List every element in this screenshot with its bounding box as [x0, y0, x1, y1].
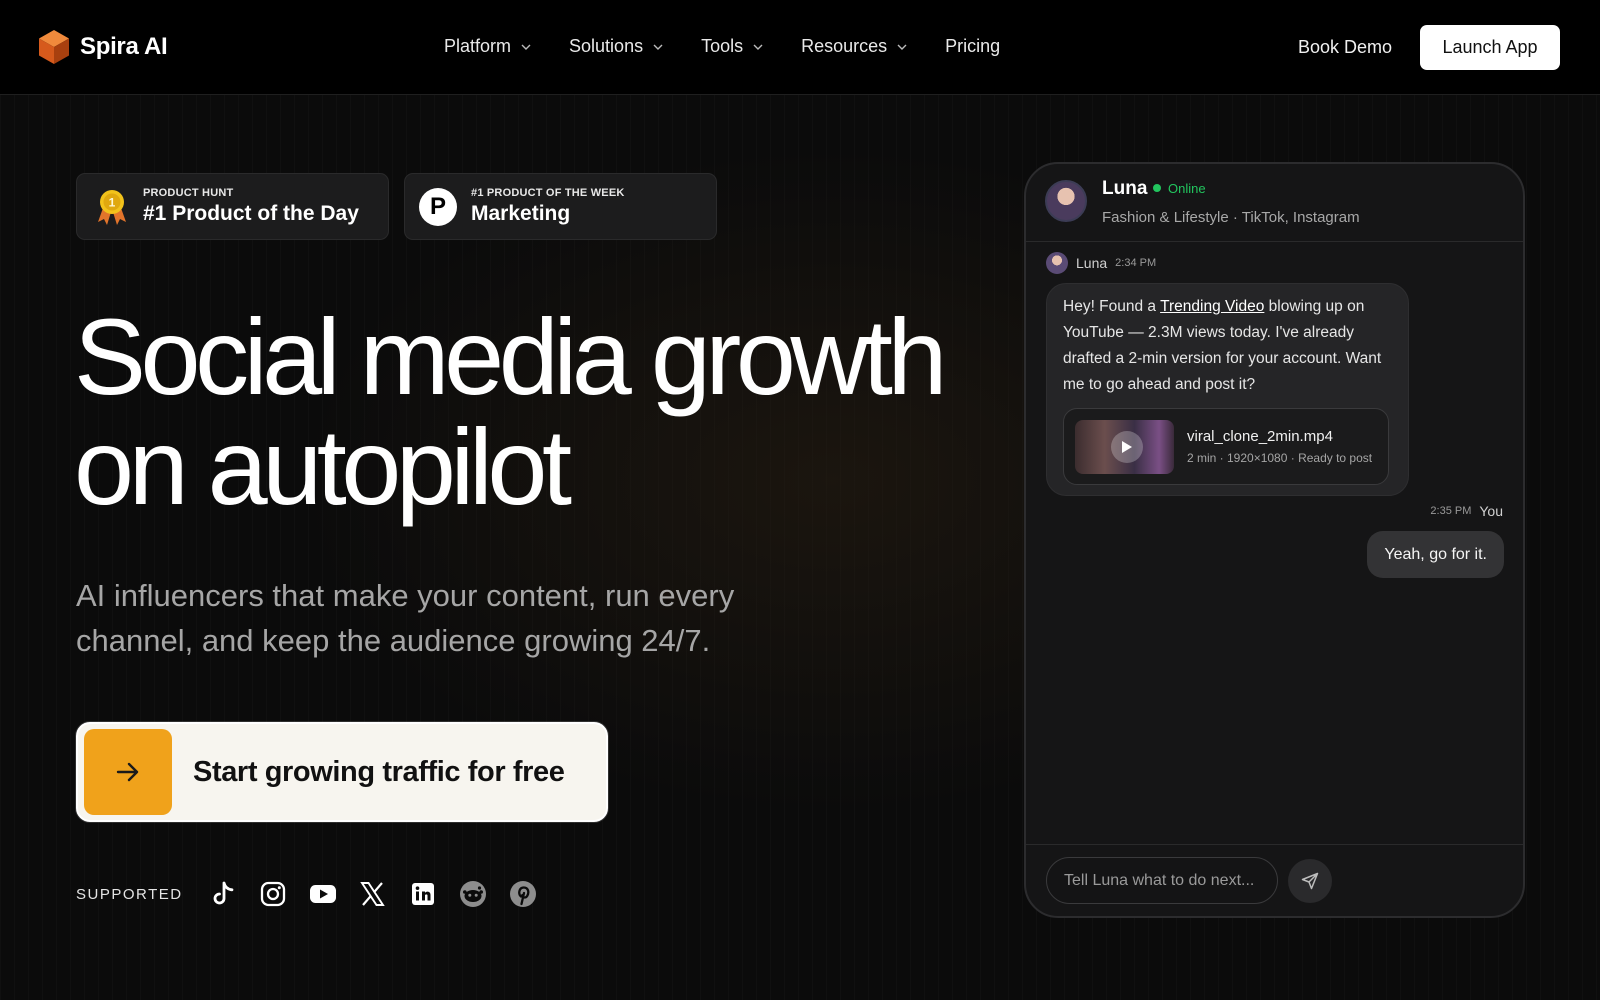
- nav-link-label: Tools: [701, 36, 744, 56]
- svg-text:1: 1: [109, 195, 116, 209]
- chat-composer: [1026, 844, 1523, 916]
- nav-link-label: Resources: [801, 36, 888, 56]
- landing-page: Spira AI Platform Solutions Tools Resour…: [0, 0, 1600, 1000]
- book-demo-link[interactable]: Book Demo: [1298, 37, 1392, 58]
- chevron-down-icon: [753, 44, 763, 50]
- agent-name: Luna: [1102, 178, 1148, 199]
- message-text: Hey! Found a Trending Video blowing up o…: [1063, 294, 1393, 398]
- nav-link-solutions[interactable]: Solutions: [569, 36, 663, 57]
- badge-text: #1 PRODUCT OF THE WEEK Marketing: [471, 187, 625, 226]
- instagram-icon[interactable]: [259, 880, 287, 908]
- hero-subtitle: AI influencers that make your content, r…: [76, 578, 735, 658]
- chevron-down-icon: [521, 44, 531, 50]
- chat-input[interactable]: [1046, 857, 1278, 904]
- play-icon[interactable]: [1111, 431, 1143, 463]
- medal-icon: 1: [98, 189, 126, 225]
- nav-link-label: Pricing: [945, 36, 1001, 56]
- launch-app-button[interactable]: Launch App: [1420, 25, 1560, 70]
- outgoing-message: Yeah, go for it.: [1367, 531, 1504, 578]
- top-nav: Spira AI Platform Solutions Tools Resour…: [0, 0, 1600, 95]
- message-text-start: Hey! Found a: [1063, 298, 1161, 315]
- hero-headline: Social media growth on autopilot: [74, 302, 1004, 522]
- headline-line-2: on autopilot: [74, 406, 572, 527]
- attachment-file-name: viral_clone_2min.mp4: [1187, 428, 1333, 445]
- nav-link-tools[interactable]: Tools: [701, 36, 763, 57]
- video-thumbnail: [1075, 420, 1174, 474]
- cube-logo-icon: [39, 30, 69, 64]
- nav-link-label: Platform: [444, 36, 512, 56]
- agent-subtitle: Fashion & Lifestyle · TikTok, Instagram: [1102, 209, 1360, 226]
- reply-time: 2:35 PM: [1430, 505, 1472, 517]
- agent-avatar: [1045, 180, 1087, 222]
- agent-avatar-small: [1046, 252, 1068, 274]
- linkedin-icon[interactable]: [409, 880, 437, 908]
- supported-platforms: SUPPORTED: [76, 880, 559, 908]
- trending-video-link[interactable]: Trending Video: [1160, 298, 1264, 315]
- badge-title: #1 Product of the Day: [143, 202, 359, 225]
- youtube-icon[interactable]: [309, 880, 337, 908]
- tiktok-icon[interactable]: [209, 880, 237, 908]
- chat-panel: Luna Online Fashion & Lifestyle · TikTok…: [1024, 162, 1525, 918]
- chevron-down-icon: [653, 44, 663, 50]
- chat-header: Luna Online Fashion & Lifestyle · TikTok…: [1026, 164, 1523, 242]
- arrow-right-icon: [116, 762, 139, 782]
- nav-link-pricing[interactable]: Pricing: [945, 36, 1000, 57]
- headline-line-1: Social media growth: [74, 296, 947, 417]
- message-author: Luna: [1076, 255, 1108, 271]
- badge-title: Marketing: [471, 202, 571, 225]
- product-hunt-week-badge[interactable]: P #1 PRODUCT OF THE WEEK Marketing: [404, 173, 717, 240]
- nav-link-resources[interactable]: Resources: [801, 36, 907, 57]
- send-icon: [1301, 872, 1319, 890]
- chevron-down-icon: [897, 44, 907, 50]
- online-status-text: Online: [1168, 181, 1206, 196]
- cta-arrow-box: [84, 729, 172, 815]
- start-growing-button[interactable]: Start growing traffic for free: [76, 722, 608, 822]
- badge-text: PRODUCT HUNT #1 Product of the Day: [143, 187, 359, 226]
- reply-meta: 2:35 PM You: [1430, 503, 1503, 519]
- brand-logo[interactable]: Spira AI: [38, 29, 168, 65]
- product-hunt-icon: P: [419, 187, 457, 226]
- video-attachment[interactable]: viral_clone_2min.mp4 2 min · 1920×1080 ·…: [1063, 408, 1389, 485]
- reddit-icon[interactable]: [459, 880, 487, 908]
- x-icon[interactable]: [359, 880, 387, 908]
- nav-link-platform[interactable]: Platform: [444, 36, 531, 57]
- supported-label: SUPPORTED: [76, 885, 183, 903]
- send-button[interactable]: [1288, 859, 1332, 903]
- message-time: 2:34 PM: [1115, 257, 1157, 269]
- online-status-dot: [1153, 184, 1161, 192]
- badge-kicker: #1 PRODUCT OF THE WEEK: [471, 187, 625, 199]
- reply-author: You: [1479, 503, 1503, 519]
- nav-link-label: Solutions: [569, 36, 644, 56]
- cta-label: Start growing traffic for free: [193, 755, 565, 788]
- message-meta: Luna 2:34 PM: [1046, 252, 1156, 274]
- nav-links: Platform Solutions Tools Resources Prici…: [444, 36, 1038, 57]
- badge-kicker: PRODUCT HUNT: [143, 187, 234, 199]
- incoming-message: Hey! Found a Trending Video blowing up o…: [1046, 283, 1409, 496]
- pinterest-icon[interactable]: [509, 880, 537, 908]
- brand-name: Spira AI: [80, 33, 168, 60]
- product-hunt-day-badge[interactable]: 1 PRODUCT HUNT #1 Product of the Day: [76, 173, 389, 240]
- attachment-file-meta: 2 min · 1920×1080 · Ready to post: [1187, 451, 1373, 465]
